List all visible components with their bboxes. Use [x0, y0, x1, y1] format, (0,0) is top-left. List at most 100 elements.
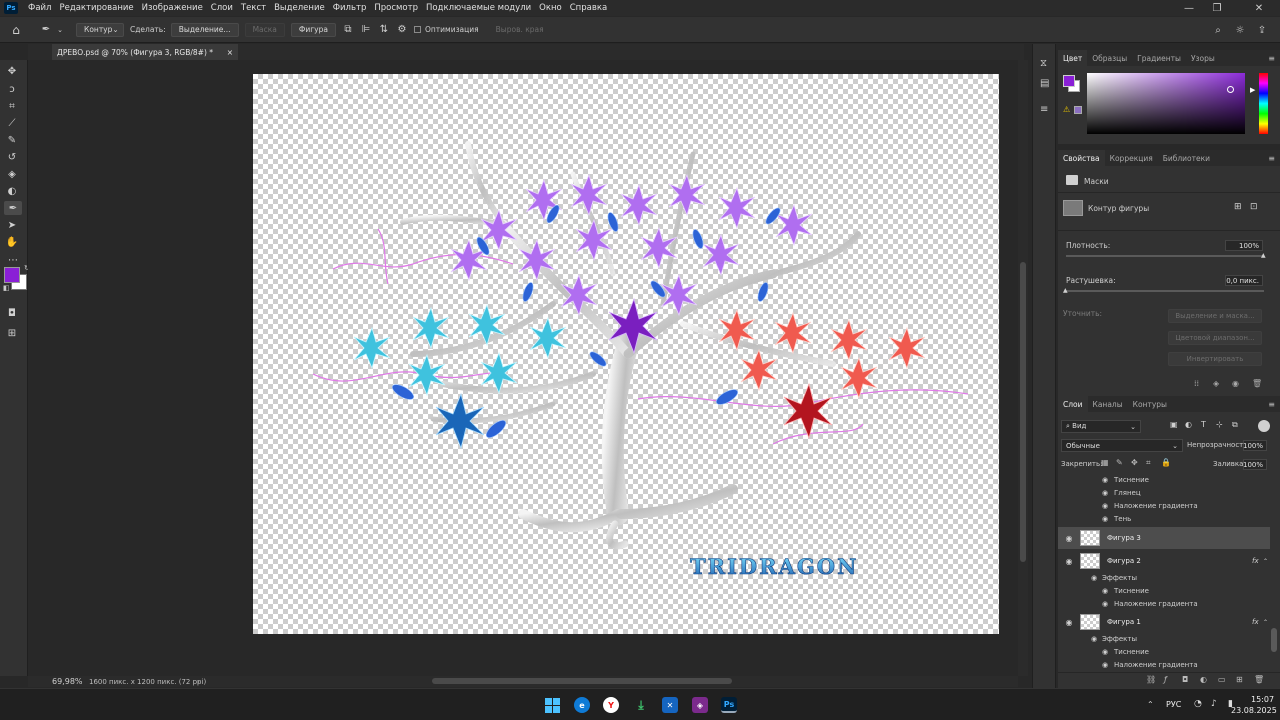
- shape-contour-thumbnail[interactable]: [1063, 200, 1083, 216]
- menu-select[interactable]: Выделение: [270, 3, 329, 13]
- quick-mask-icon[interactable]: ◘: [3, 306, 21, 320]
- lock-artboard-icon[interactable]: ⌗: [1146, 458, 1151, 468]
- tab-properties[interactable]: Свойства: [1058, 150, 1105, 166]
- selection-from-mask-icon[interactable]: ⁞⁞: [1194, 379, 1199, 388]
- lock-pixels-icon[interactable]: ✎: [1116, 458, 1123, 467]
- new-layer-icon[interactable]: ⊞: [1236, 675, 1243, 684]
- search-icon[interactable]: ⌕: [1212, 24, 1224, 36]
- photoshop-taskbar-icon[interactable]: Ps: [721, 697, 737, 713]
- eye-icon[interactable]: ◉: [1102, 489, 1108, 497]
- eye-icon[interactable]: ◉: [1102, 661, 1108, 669]
- feather-slider-track[interactable]: [1066, 290, 1264, 292]
- feather-input[interactable]: 0,0 пикс.: [1225, 275, 1263, 286]
- filter-smart-object-icon[interactable]: ⧉: [1232, 420, 1238, 430]
- menu-help[interactable]: Справка: [566, 3, 611, 13]
- link-layers-icon[interactable]: ⛓: [1146, 675, 1156, 684]
- add-vector-mask-icon[interactable]: ⊡: [1250, 202, 1258, 212]
- dodge-tool-icon[interactable]: ◐: [3, 184, 21, 198]
- tab-channels[interactable]: Каналы: [1088, 396, 1128, 412]
- add-style-icon[interactable]: ƒ: [1164, 675, 1167, 684]
- layers-scroll-thumb[interactable]: [1271, 628, 1277, 652]
- make-shape-button[interactable]: Фигура: [290, 22, 336, 37]
- media-app-icon[interactable]: ◈: [692, 697, 708, 713]
- clock-time[interactable]: 15:07: [1251, 695, 1274, 704]
- more-tools-icon[interactable]: ⋯: [4, 253, 22, 267]
- history-brush-icon[interactable]: ↺: [3, 150, 21, 164]
- chevron-up-icon[interactable]: ⌃: [1263, 558, 1268, 565]
- chevron-up-icon[interactable]: ⌃: [1263, 619, 1268, 626]
- density-input[interactable]: 100%: [1225, 240, 1263, 251]
- download-icon[interactable]: ⤓: [633, 697, 649, 713]
- layer-row[interactable]: ◉ Фигура 1 fx ⌃: [1058, 611, 1270, 633]
- fx-icon[interactable]: fx: [1252, 618, 1259, 626]
- tab-paths[interactable]: Контуры: [1128, 396, 1172, 412]
- paint-bucket-icon[interactable]: ◈: [3, 167, 21, 181]
- brush-tool-icon[interactable]: ✎: [3, 133, 21, 147]
- fill-input[interactable]: 100%: [1243, 459, 1267, 470]
- eye-icon[interactable]: ◉: [1102, 515, 1108, 523]
- color-field[interactable]: [1087, 73, 1245, 134]
- eye-icon[interactable]: ◉: [1102, 476, 1108, 484]
- effect-row[interactable]: ◉ Наложение градиента: [1058, 659, 1270, 670]
- lasso-tool-icon[interactable]: ↄ: [3, 82, 21, 96]
- layer-filter-select[interactable]: ⌕ Вид ⌄: [1061, 420, 1141, 433]
- share-icon[interactable]: ⇪: [1256, 24, 1268, 36]
- eye-icon[interactable]: ◉: [1091, 635, 1097, 643]
- eye-icon[interactable]: ◉: [1102, 600, 1108, 608]
- app-icon[interactable]: ✕: [662, 697, 678, 713]
- crop-tool-icon[interactable]: ⌗: [3, 99, 21, 113]
- zoom-level[interactable]: 69,98%: [52, 677, 83, 686]
- chevron-down-icon[interactable]: ⌄: [54, 24, 66, 36]
- maximize-button[interactable]: ❐: [1204, 0, 1230, 16]
- new-adjustment-icon[interactable]: ◐: [1200, 675, 1207, 684]
- color-picker-cursor[interactable]: [1227, 86, 1234, 93]
- pen-tool-icon[interactable]: ✒: [40, 24, 52, 36]
- adjustments-icon[interactable]: ≡: [1040, 104, 1048, 115]
- minimize-button[interactable]: —: [1176, 0, 1202, 16]
- tab-adjustments[interactable]: Коррекция: [1105, 150, 1158, 166]
- path-select-icon[interactable]: ➤: [3, 218, 21, 232]
- hue-slider[interactable]: [1259, 73, 1268, 134]
- pen-tool-icon[interactable]: ✒: [4, 201, 22, 215]
- eyedropper-icon[interactable]: ⟋: [3, 116, 21, 130]
- effect-row[interactable]: ◉ Наложение градиента: [1058, 500, 1270, 512]
- menu-edit[interactable]: Редактирование: [55, 3, 137, 13]
- home-icon[interactable]: ⌂: [10, 23, 22, 37]
- mode-select[interactable]: Контур ⌄: [76, 22, 124, 37]
- optimize-checkbox[interactable]: [413, 26, 421, 33]
- menu-image[interactable]: Изображение: [138, 3, 207, 13]
- eye-icon[interactable]: ◉: [1064, 534, 1074, 543]
- path-alignment-icon[interactable]: ⊫: [360, 24, 372, 36]
- trash-icon[interactable]: 🗑: [1252, 379, 1262, 388]
- comment-icon[interactable]: ▤: [1040, 78, 1049, 89]
- filter-shape-icon[interactable]: ⊹: [1216, 420, 1223, 429]
- fx-icon[interactable]: fx: [1252, 557, 1259, 565]
- effects-group-row[interactable]: ◉ Эффекты: [1058, 633, 1270, 645]
- filter-toggle[interactable]: [1258, 420, 1270, 432]
- path-arrange-icon[interactable]: ⇅: [378, 24, 390, 36]
- eye-icon[interactable]: ◉: [1064, 557, 1074, 566]
- path-operations-icon[interactable]: ⧉: [342, 24, 354, 36]
- apply-mask-icon[interactable]: ◈: [1213, 379, 1219, 388]
- lock-transparency-icon[interactable]: ▦: [1101, 458, 1109, 467]
- foreground-color-swatch[interactable]: [4, 267, 20, 283]
- panel-menu-icon[interactable]: ≡: [1268, 54, 1275, 63]
- tab-layers[interactable]: Слои: [1058, 396, 1088, 412]
- panel-menu-icon[interactable]: ≡: [1268, 154, 1275, 163]
- clock-date[interactable]: 23.08.2025: [1231, 706, 1277, 715]
- menu-layers[interactable]: Слои: [207, 3, 237, 13]
- effect-row[interactable]: ◉ Тиснение: [1058, 585, 1270, 597]
- move-tool-icon[interactable]: ✥: [3, 64, 21, 78]
- tab-color[interactable]: Цвет: [1058, 50, 1088, 66]
- yandex-browser-icon[interactable]: Y: [603, 697, 619, 713]
- menu-plugins[interactable]: Подключаемые модули: [422, 3, 535, 13]
- lock-position-icon[interactable]: ✥: [1131, 458, 1138, 467]
- wifi-icon[interactable]: ◔: [1194, 699, 1202, 709]
- color-range-button[interactable]: Цветовой диапазон...: [1168, 331, 1262, 345]
- horizontal-scroll-thumb[interactable]: [432, 678, 732, 684]
- tab-close-icon[interactable]: ×: [227, 48, 233, 57]
- history-icon[interactable]: ⧖: [1040, 58, 1047, 69]
- tab-gradients[interactable]: Градиенты: [1132, 50, 1186, 66]
- menu-filter[interactable]: Фильтр: [329, 3, 371, 13]
- edge-icon[interactable]: e: [574, 697, 590, 713]
